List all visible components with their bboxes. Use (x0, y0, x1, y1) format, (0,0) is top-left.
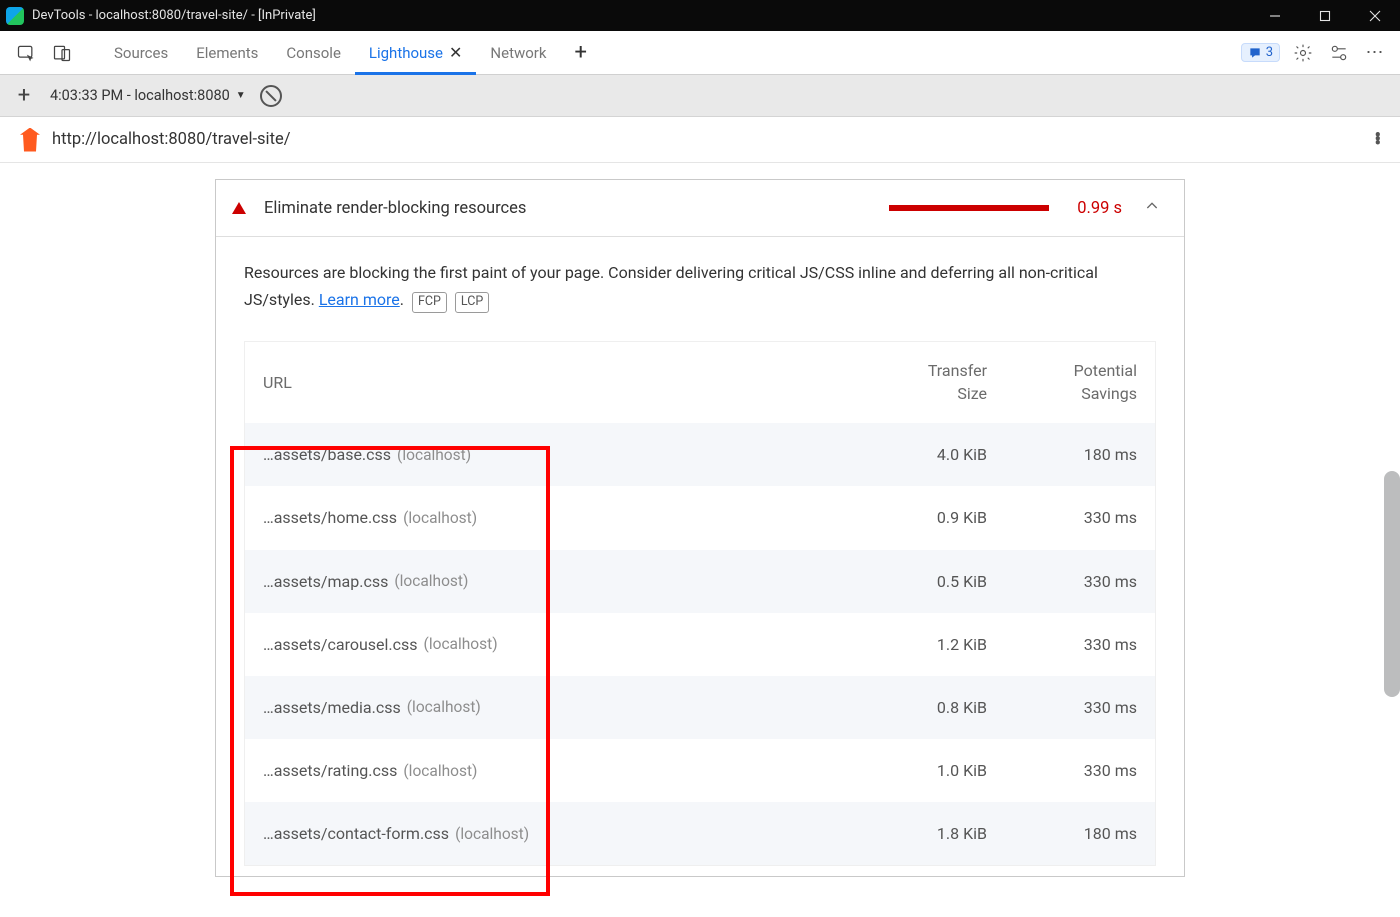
potential-savings: 330 ms (987, 757, 1137, 784)
add-panel-button[interactable]: + (561, 31, 601, 74)
resource-path: …assets/media.css (263, 694, 401, 721)
window-close-button[interactable] (1350, 0, 1400, 31)
potential-savings: 180 ms (987, 820, 1137, 847)
resource-path: …assets/carousel.css (263, 631, 418, 658)
col-save-header: PotentialSavings (987, 360, 1137, 405)
table-row[interactable]: …assets/media.css (localhost) 0.8 KiB330 … (245, 676, 1155, 739)
learn-more-link[interactable]: Learn more (319, 290, 400, 309)
tab-sources[interactable]: Sources (100, 31, 182, 74)
audit-body: Resources are blocking the first paint o… (216, 236, 1184, 876)
window-titlebar: DevTools - localhost:8080/travel-site/ -… (0, 0, 1400, 31)
resource-path: …assets/contact-form.css (263, 820, 449, 847)
report-menu-icon[interactable]: ••• (1367, 130, 1388, 150)
potential-savings: 330 ms (987, 631, 1137, 658)
transfer-size: 1.8 KiB (857, 820, 987, 847)
tab-label: Network (490, 44, 546, 62)
table-body: …assets/base.css (localhost)4.0 KiB180 m… (245, 423, 1155, 865)
resource-host: (localhost) (403, 758, 477, 784)
tab-console[interactable]: Console (272, 31, 355, 74)
window-maximize-button[interactable] (1300, 0, 1350, 31)
potential-savings: 180 ms (987, 441, 1137, 468)
lighthouse-icon (20, 128, 40, 152)
resource-host: (localhost) (407, 694, 481, 720)
clear-reports-icon[interactable] (260, 85, 282, 107)
potential-savings: 330 ms (987, 504, 1137, 531)
resource-host: (localhost) (397, 442, 471, 468)
table-row[interactable]: …assets/map.css (localhost) 0.5 KiB330 ms (245, 550, 1155, 613)
transfer-size: 0.5 KiB (857, 568, 987, 595)
potential-savings: 330 ms (987, 694, 1137, 721)
tab-network[interactable]: Network (476, 31, 560, 74)
window-minimize-button[interactable] (1250, 0, 1300, 31)
transfer-size: 1.2 KiB (857, 631, 987, 658)
more-icon[interactable]: ⋯ (1362, 40, 1388, 66)
resource-host: (localhost) (424, 631, 498, 657)
chevron-up-icon[interactable] (1144, 198, 1160, 218)
tab-label: Elements (196, 44, 258, 62)
report-url: http://localhost:8080/travel-site/ (52, 130, 1367, 149)
lighthouse-toolbar: + 4:03:33 PM - localhost:8080 ▼ (0, 75, 1400, 117)
audit-sparkline (889, 205, 1049, 211)
table-row[interactable]: …assets/rating.css (localhost) 1.0 KiB330… (245, 739, 1155, 802)
tab-lighthouse[interactable]: Lighthouse ✕ (355, 31, 477, 74)
metric-chip-lcp: LCP (455, 292, 489, 313)
devtools-tab-strip: Sources Elements Console Lighthouse ✕ Ne… (0, 31, 1400, 75)
settings-icon[interactable] (1290, 40, 1316, 66)
audit-table: URL TransferSize PotentialSavings …asset… (244, 341, 1156, 866)
tab-label: Console (286, 44, 341, 62)
audit-title: Eliminate render-blocking resources (264, 199, 889, 218)
audit-header[interactable]: Eliminate render-blocking resources 0.99… (216, 180, 1184, 236)
customize-devtools-icon[interactable] (1326, 40, 1352, 66)
issues-badge[interactable]: 3 (1241, 43, 1280, 62)
chevron-down-icon: ▼ (236, 90, 246, 101)
tab-elements[interactable]: Elements (182, 31, 272, 74)
metric-chip-fcp: FCP (412, 292, 447, 313)
resource-path: …assets/base.css (263, 441, 391, 468)
col-size-header: TransferSize (857, 360, 987, 405)
tab-label: Sources (114, 44, 168, 62)
report-url-bar: http://localhost:8080/travel-site/ ••• (0, 117, 1400, 163)
transfer-size: 0.8 KiB (857, 694, 987, 721)
transfer-size: 1.0 KiB (857, 757, 987, 784)
new-report-button[interactable]: + (12, 83, 36, 108)
app-icon (6, 7, 24, 25)
audit-card: Eliminate render-blocking resources 0.99… (215, 179, 1185, 877)
report-body: Eliminate render-blocking resources 0.99… (0, 163, 1400, 917)
resource-path: …assets/rating.css (263, 757, 397, 784)
vertical-scrollbar[interactable] (1384, 471, 1400, 697)
resource-host: (localhost) (403, 505, 477, 531)
fail-triangle-icon (232, 202, 246, 214)
window-controls (1250, 0, 1400, 31)
table-row[interactable]: …assets/contact-form.css (localhost) 1.8 … (245, 802, 1155, 865)
potential-savings: 330 ms (987, 568, 1137, 595)
report-selector[interactable]: 4:03:33 PM - localhost:8080 ▼ (50, 87, 246, 104)
close-icon[interactable]: ✕ (449, 43, 462, 62)
transfer-size: 0.9 KiB (857, 504, 987, 531)
tab-label: Lighthouse (369, 44, 443, 62)
device-toggle-icon[interactable] (46, 37, 78, 69)
report-timestamp: 4:03:33 PM - localhost:8080 (50, 87, 230, 104)
audit-time: 0.99 s (1077, 199, 1122, 218)
window-title: DevTools - localhost:8080/travel-site/ -… (32, 8, 1250, 23)
col-url-header: URL (263, 360, 857, 405)
resource-host: (localhost) (455, 821, 529, 847)
table-header: URL TransferSize PotentialSavings (245, 342, 1155, 423)
resource-path: …assets/map.css (263, 568, 388, 595)
resource-host: (localhost) (394, 568, 468, 594)
transfer-size: 4.0 KiB (857, 441, 987, 468)
plus-icon: + (575, 40, 587, 65)
table-row[interactable]: …assets/base.css (localhost) 4.0 KiB180 m… (245, 423, 1155, 486)
table-row[interactable]: …assets/carousel.css (localhost) 1.2 KiB3… (245, 613, 1155, 676)
resource-path: …assets/home.css (263, 504, 397, 531)
table-row[interactable]: …assets/home.css (localhost) 0.9 KiB330 m… (245, 486, 1155, 549)
inspect-element-icon[interactable] (10, 37, 42, 69)
issues-count: 3 (1266, 45, 1273, 60)
